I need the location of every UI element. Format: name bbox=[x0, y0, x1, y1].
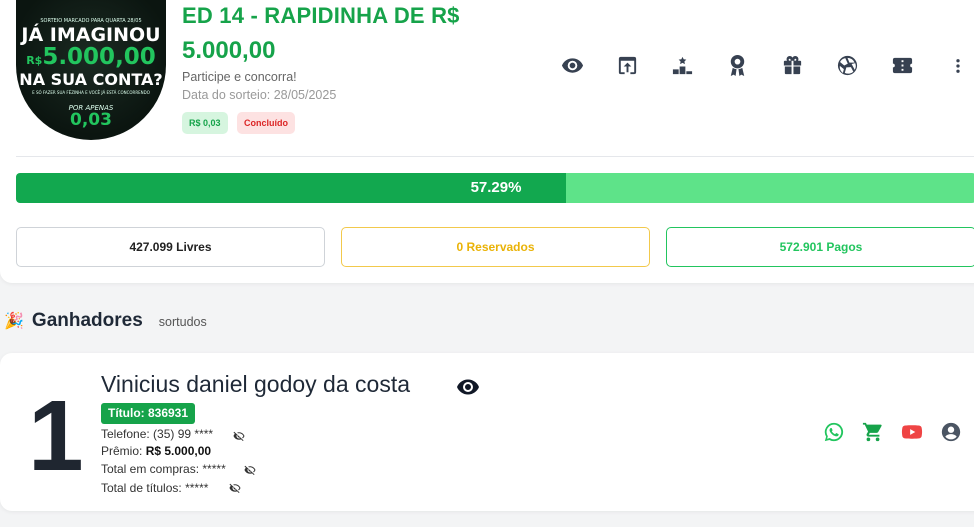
draw-date: Data do sorteio: 28/05/2025 bbox=[182, 88, 337, 102]
campaign-image[interactable]: SORTEIO MARCADO PARA QUARTA 28/05 JÁ IMA… bbox=[16, 0, 166, 140]
winner-actions bbox=[822, 420, 974, 444]
podium-icon[interactable] bbox=[670, 53, 695, 78]
progress-bar: 57.29% bbox=[16, 173, 974, 203]
whatsapp-icon[interactable] bbox=[822, 420, 846, 444]
winner-name: Vinicius daniel godoy da costa bbox=[101, 371, 411, 397]
image-small-text: E SÓ FAZER SUA FÉZINHA E VOCÊ JÁ ESTÁ CO… bbox=[32, 90, 150, 95]
winners-heading: Ganhadores bbox=[31, 310, 143, 331]
eye-off-icon[interactable] bbox=[244, 463, 256, 476]
winners-header: 🎉 Ganhadores sortudos bbox=[4, 310, 207, 332]
winner-card: 1 Vinicius daniel godoy da costa Título:… bbox=[0, 353, 974, 511]
youtube-icon[interactable] bbox=[900, 420, 924, 444]
image-line1: JÁ IMAGINOU bbox=[21, 24, 161, 46]
winner-phone: Telefone: (35) 99 **** bbox=[101, 427, 214, 441]
eye-icon[interactable] bbox=[560, 53, 585, 78]
divider bbox=[16, 156, 974, 157]
progress-label: 57.29% bbox=[470, 179, 522, 196]
ticket-icon[interactable] bbox=[890, 53, 915, 78]
price-badge: R$ 0,03 bbox=[182, 112, 228, 134]
campaign-title: ED 14 - RAPIDINHA DE R$ bbox=[182, 3, 460, 28]
image-line3: NA SUA CONTA? bbox=[19, 70, 163, 89]
campaign-toolbar bbox=[560, 53, 974, 78]
campaign-prize: 5.000,00 bbox=[182, 37, 276, 64]
campaign-card: SORTEIO MARCADO PARA QUARTA 28/05 JÁ IMA… bbox=[0, 0, 974, 283]
award-ribbon-icon[interactable] bbox=[725, 53, 750, 78]
eye-icon[interactable] bbox=[456, 375, 480, 399]
eye-off-icon[interactable] bbox=[229, 481, 241, 494]
gift-icon[interactable] bbox=[780, 53, 805, 78]
image-price: 0,03 bbox=[70, 110, 112, 130]
winners-subheading: sortudos bbox=[158, 315, 207, 329]
image-line2: R$5.000,00 bbox=[26, 44, 156, 70]
share-upload-icon[interactable] bbox=[615, 53, 640, 78]
winner-ticket-badge: Título: 836931 bbox=[101, 403, 196, 424]
stat-paid[interactable]: 572.901 Pagos bbox=[666, 227, 974, 267]
winner-prize: Prêmio: R$ 5.000,00 bbox=[101, 444, 212, 458]
more-vertical-icon[interactable] bbox=[945, 53, 970, 78]
winner-rank: 1 bbox=[28, 380, 84, 492]
user-icon[interactable] bbox=[939, 420, 963, 444]
cart-icon[interactable] bbox=[861, 420, 885, 444]
stat-reserved[interactable]: 0 Reservados bbox=[341, 227, 650, 267]
campaign-subtitle: Participe e concorra! bbox=[182, 70, 297, 84]
party-popper-icon: 🎉 bbox=[4, 313, 24, 330]
wheel-icon[interactable] bbox=[835, 53, 860, 78]
winner-titles: Total de títulos: ***** bbox=[101, 481, 209, 495]
status-badge: Concluído bbox=[237, 112, 295, 134]
stat-free[interactable]: 427.099 Livres bbox=[16, 227, 325, 267]
eye-off-icon[interactable] bbox=[233, 429, 245, 442]
winner-purchases: Total em compras: ***** bbox=[101, 462, 226, 476]
